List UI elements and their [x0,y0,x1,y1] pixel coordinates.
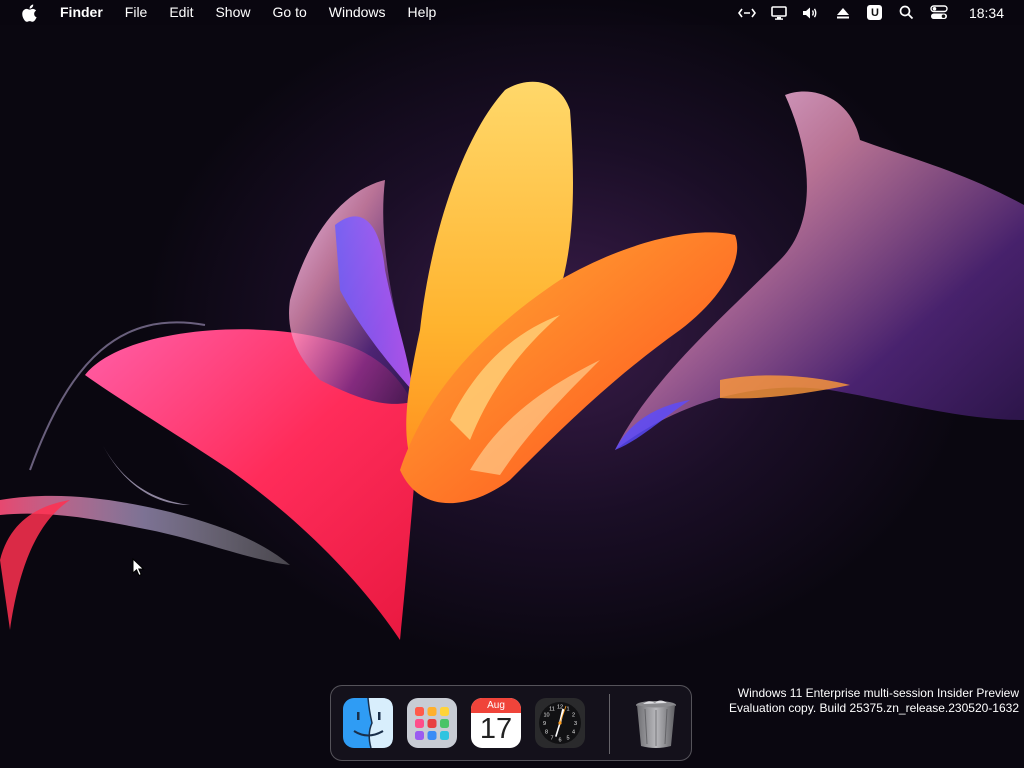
u-app-icon[interactable]: U [866,4,884,22]
menu-edit[interactable]: Edit [158,0,204,25]
svg-text:3: 3 [574,721,577,727]
svg-text:6: 6 [558,738,561,744]
windows-evaluation-watermark: Windows 11 Enterprise multi-session Insi… [729,686,1019,716]
svg-text:11: 11 [549,707,555,713]
menu-bar-left: Finder File Edit Show Go to Windows Help [0,0,447,25]
svg-text:9: 9 [543,721,546,727]
trash-icon [636,700,676,748]
clock-icon: 12 1 2 3 4 5 6 7 8 9 10 11 [535,698,585,748]
volume-icon[interactable] [802,4,820,22]
menu-bar-tray: U 18:34 [731,0,1024,25]
dock-item-clock[interactable]: 12 1 2 3 4 5 6 7 8 9 10 11 [533,696,587,750]
dock-separator [609,694,610,754]
mouse-cursor-icon [132,558,145,577]
apple-logo-icon[interactable] [22,4,38,22]
svg-text:8: 8 [545,730,548,736]
calendar-day: 17 [479,713,513,745]
menu-windows[interactable]: Windows [318,0,397,25]
dock: Aug 17 12 1 2 3 4 5 6 7 8 9 10 11 [330,685,692,761]
menu-help[interactable]: Help [397,0,448,25]
dock-item-launchpad[interactable] [405,696,459,750]
watermark-line-2: Evaluation copy. Build 25375.zn_release.… [729,701,1019,715]
svg-text:4: 4 [572,730,575,736]
watermark-line-1: Windows 11 Enterprise multi-session Insi… [737,686,1019,700]
menu-go-to[interactable]: Go to [262,0,318,25]
search-icon[interactable] [898,4,916,22]
launchpad-icon [407,698,457,748]
svg-text:7: 7 [550,736,553,742]
eject-icon[interactable] [834,4,852,22]
dock-item-calendar[interactable]: Aug 17 [469,696,523,750]
menu-app-name[interactable]: Finder [52,0,114,25]
svg-text:1: 1 [566,707,569,713]
control-center-icon[interactable] [930,4,948,22]
calendar-icon: Aug 17 [471,698,521,748]
remote-desktop-icon[interactable] [737,4,756,22]
svg-text:5: 5 [566,736,569,742]
u-app-label: U [867,5,883,20]
dock-item-finder[interactable] [341,696,395,750]
display-icon[interactable] [770,4,788,22]
dock-item-trash[interactable] [629,696,683,750]
finder-icon [343,697,393,749]
desktop-wallpaper [0,0,1024,768]
menu-file[interactable]: File [114,0,159,25]
menu-bar: Finder File Edit Show Go to Windows Help [0,0,1024,25]
svg-text:10: 10 [543,713,549,719]
menu-show[interactable]: Show [204,0,261,25]
wallpaper-art [0,81,1024,640]
svg-text:2: 2 [572,713,575,719]
menu-bar-clock[interactable]: 18:34 [969,5,1004,21]
